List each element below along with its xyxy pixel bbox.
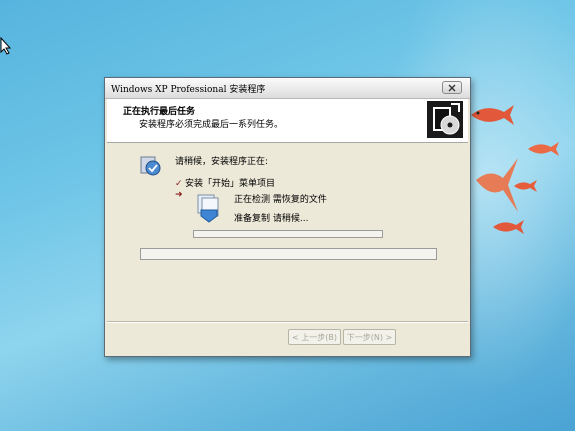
fish-icon xyxy=(514,180,537,192)
installing-icon xyxy=(140,156,161,176)
step-label: 安装「开始」菜单项目 xyxy=(185,179,276,189)
fish-icon xyxy=(528,142,559,156)
wizard-header: 正在执行最后任务 安装程序必须完成最后一系列任务。 xyxy=(107,99,468,143)
close-icon xyxy=(448,84,456,91)
back-button[interactable]: < 上一步(B) xyxy=(288,329,341,345)
fish-icon xyxy=(493,220,524,234)
please-wait-label: 请稍候，安装程序正在: xyxy=(175,157,269,167)
title-bar[interactable]: Windows XP Professional 安装程序 xyxy=(105,78,470,99)
window-title: Windows XP Professional 安装程序 xyxy=(111,85,266,95)
check-icon: ✓ xyxy=(175,179,183,189)
header-title: 正在执行最后任务 xyxy=(123,107,196,117)
setup-cd-icon xyxy=(427,101,463,138)
main-progress-bar xyxy=(140,248,437,260)
step-item-start-menu: ✓ 安装「开始」菜单项目 xyxy=(175,176,275,189)
fish-icon xyxy=(471,105,514,125)
copy-files-icon xyxy=(197,194,219,223)
divider xyxy=(107,321,468,323)
step-item-current: ➜ xyxy=(175,190,185,200)
setup-dialog: Windows XP Professional 安装程序 正在执行最后任务 安装… xyxy=(104,77,471,357)
arrow-icon: ➜ xyxy=(175,190,183,200)
header-subtitle: 安装程序必须完成最后一系列任务。 xyxy=(139,120,284,130)
next-button[interactable]: 下一步(N) > xyxy=(343,329,396,345)
close-button[interactable] xyxy=(442,81,462,94)
sub-progress-bar xyxy=(193,230,383,238)
current-detail-label: 准备复制 请稍候... xyxy=(234,214,309,224)
current-action-label: 正在检测 需恢复的文件 xyxy=(234,195,327,205)
mouse-cursor-icon xyxy=(0,37,12,55)
